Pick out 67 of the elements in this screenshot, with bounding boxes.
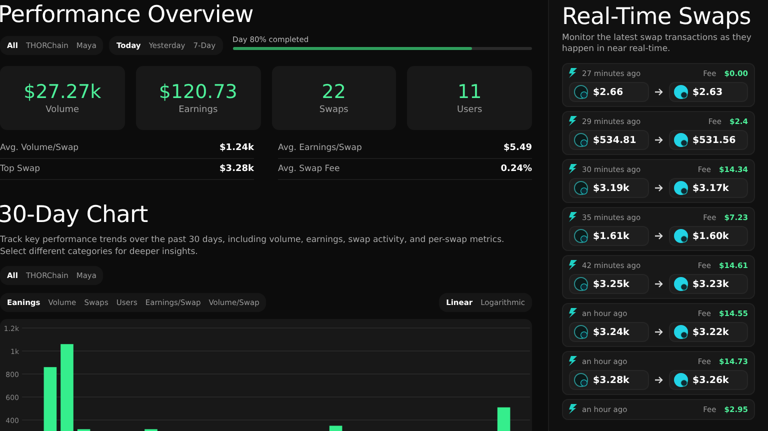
swap-amount: $1.60k (692, 230, 729, 242)
page-title: Performance Overview (0, 1, 254, 30)
coin-icon (574, 133, 588, 147)
lightning-icon (569, 212, 577, 222)
stat-value: $3.28k (220, 164, 254, 174)
lightning-icon (569, 260, 577, 270)
arrow-icon (654, 376, 662, 384)
lightning-icon (569, 404, 577, 414)
swap-amount: $534.81 (593, 134, 636, 146)
coin-icon (674, 373, 688, 387)
coin-icon (574, 277, 588, 291)
bar (329, 426, 342, 431)
swap-amount: $3.19k (593, 182, 630, 194)
stat-value: $5.49 (504, 143, 532, 153)
lightning-icon (569, 68, 577, 78)
stat-value: $1.24k (220, 143, 254, 153)
swap-amount: $3.23k (692, 278, 729, 290)
coin-icon (674, 181, 688, 195)
stat-value: 0.24% (500, 164, 532, 174)
coin-icon (674, 229, 688, 243)
swap-amount: $3.22k (692, 326, 729, 338)
panel-title: Real-Time Swaps (562, 3, 752, 32)
stat-label: Users (457, 105, 482, 115)
swap-amount: $3.17k (692, 182, 729, 194)
stat-value: 22 (322, 81, 346, 103)
stat-value: $27.27k (24, 81, 102, 103)
panel-description: Monitor the latest swap transactions as they happen in near real-time. (562, 33, 752, 55)
bar (44, 367, 57, 431)
stat-label: Avg. Swap Fee (278, 164, 340, 174)
arrow-icon (654, 328, 662, 336)
stat-label: Avg. Volume/Swap (0, 143, 79, 153)
coin-icon (574, 85, 588, 99)
coin-icon (674, 277, 688, 291)
coin-icon (574, 373, 588, 387)
swap-amount: $3.26k (692, 374, 729, 386)
stat-label: Earnings (178, 105, 218, 115)
stat-label: Swaps (319, 105, 348, 115)
arrow-icon (654, 88, 662, 96)
stat-value: $120.73 (158, 81, 238, 103)
arrow-icon (654, 136, 662, 144)
swap-amount: $3.28k (593, 374, 630, 386)
lightning-icon (569, 308, 577, 318)
stat-label: Volume (46, 105, 80, 115)
coin-icon (574, 325, 588, 339)
swap-amount: $3.25k (593, 278, 630, 290)
stat-label: Top Swap (0, 164, 40, 174)
stat-label: Avg. Earnings/Swap (278, 143, 362, 153)
bar (497, 407, 510, 431)
lightning-icon (569, 116, 577, 126)
swap-amount: $3.24k (593, 326, 630, 338)
coin-icon (674, 133, 688, 147)
swap-amount: $2.66 (593, 86, 624, 98)
lightning-icon (569, 164, 577, 174)
swap-amount: $531.56 (692, 134, 736, 146)
coin-icon (574, 229, 588, 243)
arrow-icon (654, 280, 662, 288)
lightning-icon (569, 356, 577, 366)
swap-amount: $2.63 (692, 86, 723, 98)
stat-value: 11 (458, 81, 482, 103)
swap-amount: $1.61k (593, 230, 630, 242)
arrow-icon (654, 184, 662, 192)
coin-icon (674, 85, 688, 99)
coin-icon (674, 325, 688, 339)
section-title: 30-Day Chart (0, 201, 149, 230)
arrow-icon (654, 232, 662, 240)
section-description: Track key performance trends over the past 30 days, including volume, earnings, swap activity, and per-swap metrics. Select different categories for deeper insights. (0, 234, 506, 258)
coin-icon (574, 181, 588, 195)
